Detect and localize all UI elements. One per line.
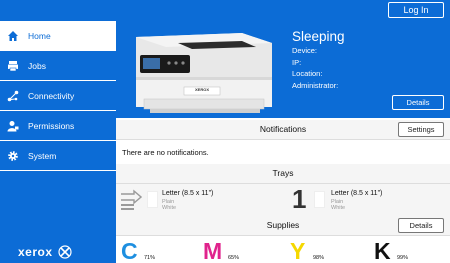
tray-paper-size: Letter (8.5 x 11") xyxy=(162,190,214,197)
xerox-logo: xerox xyxy=(18,245,72,259)
magenta-toner-letter: M xyxy=(203,238,223,263)
sidebar-item-label: System xyxy=(28,150,57,161)
supplies-details-button[interactable]: Details xyxy=(398,218,444,233)
device-status: Sleeping xyxy=(292,29,345,44)
device-field: Device: xyxy=(292,46,318,55)
home-icon xyxy=(7,30,19,42)
sidebar-item-label: Permissions xyxy=(28,120,75,131)
trays-title: Trays xyxy=(272,168,294,178)
administrator-field: Administrator: xyxy=(292,81,339,90)
sidebar: Home Jobs Connectivity Permissions Syste… xyxy=(0,21,116,263)
sidebar-item-label: Jobs xyxy=(28,60,46,71)
paper-swatch xyxy=(314,191,325,208)
notifications-header: Notifications Settings xyxy=(116,120,450,140)
gear-icon xyxy=(7,150,19,162)
tray-number: 1 xyxy=(292,184,307,214)
cyan-toner-letter: C xyxy=(121,238,138,263)
tray-paper-color: White xyxy=(331,205,346,211)
permissions-icon xyxy=(7,120,19,132)
tray-paper-color: White xyxy=(162,205,177,211)
trays-header: Trays xyxy=(116,164,450,184)
sidebar-item-permissions[interactable]: Permissions xyxy=(0,111,116,141)
device-details-button[interactable]: Details xyxy=(392,95,444,110)
notifications-message: There are no notifications. xyxy=(122,148,209,157)
cyan-toner-level: 71% xyxy=(144,255,156,261)
paper-swatch xyxy=(147,191,158,208)
black-toner-level: 99% xyxy=(397,255,409,261)
yellow-toner-letter: Y xyxy=(290,238,306,263)
notifications-settings-button[interactable]: Settings xyxy=(398,122,444,137)
jobs-icon xyxy=(7,60,19,72)
supplies-header: Supplies Details xyxy=(116,216,450,236)
sidebar-item-system[interactable]: System xyxy=(0,141,116,171)
sidebar-item-label: Home xyxy=(28,30,51,41)
black-toner-letter: K xyxy=(374,238,391,263)
bypass-tray-icon xyxy=(121,189,142,210)
top-bar: Log In xyxy=(0,0,450,21)
xerox-globe-icon xyxy=(57,245,72,259)
location-field: Location: xyxy=(292,69,323,78)
printer-brand-badge: XEROX xyxy=(194,87,209,92)
connectivity-icon xyxy=(7,90,19,102)
sidebar-item-label: Connectivity xyxy=(28,90,75,101)
sidebar-item-jobs[interactable]: Jobs xyxy=(0,51,116,81)
yellow-toner-level: 98% xyxy=(313,255,325,261)
magenta-toner-level: 65% xyxy=(228,255,240,261)
printer-image xyxy=(136,33,272,113)
sidebar-item-connectivity[interactable]: Connectivity xyxy=(0,81,116,111)
login-button[interactable]: Log In xyxy=(388,2,444,18)
ip-field: IP: xyxy=(292,58,302,67)
tray-paper-size: Letter (8.5 x 11") xyxy=(331,190,383,197)
device-summary: XEROX Sleeping Device: IP: Location: Adm… xyxy=(116,21,450,118)
sidebar-item-home[interactable]: Home xyxy=(0,21,116,51)
